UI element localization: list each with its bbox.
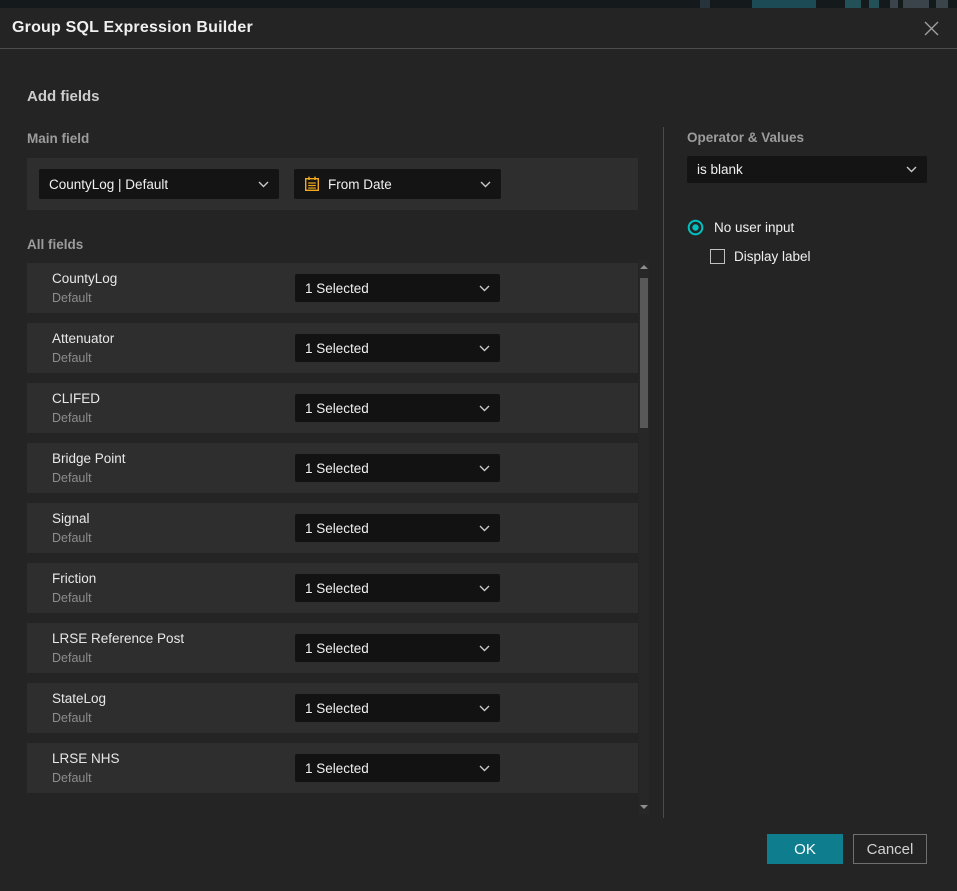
chevron-down-icon [479, 645, 490, 652]
main-layer-select[interactable]: CountyLog | Default [39, 169, 279, 199]
operator-values-heading: Operator & Values [687, 130, 804, 145]
toolbar-fragment [936, 0, 948, 8]
cancel-button[interactable]: Cancel [853, 834, 927, 864]
field-subtitle: Default [52, 711, 92, 725]
calendar-date-icon [304, 176, 320, 192]
field-row: Signal Default 1 Selected [27, 503, 638, 553]
field-row: LRSE Reference Post Default 1 Selected [27, 623, 638, 673]
main-field-select-value: From Date [328, 177, 480, 192]
toolbar-fragment [890, 0, 898, 8]
field-subtitle: Default [52, 411, 92, 425]
no-user-input-radio-row[interactable]: No user input [687, 219, 794, 236]
main-field-select[interactable]: From Date [294, 169, 501, 199]
field-name: LRSE NHS [52, 751, 120, 766]
close-icon [923, 20, 940, 37]
field-subtitle: Default [52, 651, 92, 665]
main-field-label: Main field [27, 131, 89, 146]
field-name: Friction [52, 571, 96, 586]
field-name: LRSE Reference Post [52, 631, 184, 646]
scrollbar-down-arrow[interactable] [640, 802, 648, 812]
panel-divider [663, 127, 664, 818]
field-selection-value: 1 Selected [305, 581, 479, 596]
field-name: Signal [52, 511, 90, 526]
main-field-panel: CountyLog | Default From Date [27, 158, 638, 210]
field-selection-select[interactable]: 1 Selected [295, 574, 500, 602]
field-selection-value: 1 Selected [305, 761, 479, 776]
group-sql-expression-builder-dialog: Group SQL Expression Builder Add fields … [0, 8, 957, 891]
display-label-label: Display label [734, 249, 811, 264]
field-selection-select[interactable]: 1 Selected [295, 334, 500, 362]
all-fields-label: All fields [27, 237, 83, 252]
field-selection-select[interactable]: 1 Selected [295, 394, 500, 422]
no-user-input-label: No user input [714, 220, 794, 235]
field-selection-value: 1 Selected [305, 281, 479, 296]
toolbar-fragment [845, 0, 861, 8]
field-subtitle: Default [52, 591, 92, 605]
all-fields-list: CountyLog Default 1 Selected Attenuator … [27, 263, 638, 803]
field-selection-value: 1 Selected [305, 461, 479, 476]
field-selection-select[interactable]: 1 Selected [295, 634, 500, 662]
field-selection-select[interactable]: 1 Selected [295, 454, 500, 482]
chevron-down-icon [479, 585, 490, 592]
field-selection-value: 1 Selected [305, 701, 479, 716]
chevron-down-icon [258, 181, 269, 188]
operator-select[interactable]: is blank [687, 156, 927, 183]
chevron-down-icon [479, 765, 490, 772]
display-label-checkbox-row[interactable]: Display label [710, 249, 811, 264]
chevron-down-icon [479, 705, 490, 712]
dialog-title: Group SQL Expression Builder [12, 19, 253, 37]
field-selection-value: 1 Selected [305, 521, 479, 536]
scrollbar-thumb[interactable] [640, 278, 648, 428]
field-row: StateLog Default 1 Selected [27, 683, 638, 733]
chevron-down-icon [906, 166, 917, 173]
field-subtitle: Default [52, 471, 92, 485]
main-layer-select-value: CountyLog | Default [49, 177, 258, 192]
display-label-checkbox[interactable] [710, 249, 725, 264]
scrollbar-up-arrow[interactable] [640, 262, 648, 272]
list-scrollbar[interactable] [639, 260, 649, 814]
field-row: LRSE NHS Default 1 Selected [27, 743, 638, 793]
add-fields-heading: Add fields [27, 88, 100, 105]
close-button[interactable] [921, 18, 941, 38]
field-row: Attenuator Default 1 Selected [27, 323, 638, 373]
toolbar-fragment [752, 0, 816, 8]
chevron-down-icon [479, 345, 490, 352]
chevron-down-icon [479, 465, 490, 472]
operator-select-value: is blank [697, 162, 906, 177]
ok-button[interactable]: OK [767, 834, 843, 864]
field-name: Bridge Point [52, 451, 126, 466]
field-subtitle: Default [52, 351, 92, 365]
field-subtitle: Default [52, 291, 92, 305]
radio-selected-icon[interactable] [687, 219, 704, 236]
field-selection-value: 1 Selected [305, 401, 479, 416]
field-selection-value: 1 Selected [305, 341, 479, 356]
field-row: Bridge Point Default 1 Selected [27, 443, 638, 493]
toolbar-fragment [869, 0, 879, 8]
field-selection-select[interactable]: 1 Selected [295, 754, 500, 782]
toolbar-fragment [903, 0, 929, 8]
toolbar-fragment [700, 0, 710, 8]
chevron-down-icon [479, 525, 490, 532]
field-row: Friction Default 1 Selected [27, 563, 638, 613]
chevron-down-icon [479, 285, 490, 292]
field-name: CountyLog [52, 271, 117, 286]
dialog-titlebar: Group SQL Expression Builder [0, 8, 957, 49]
field-selection-value: 1 Selected [305, 641, 479, 656]
field-subtitle: Default [52, 771, 92, 785]
chevron-down-icon [479, 405, 490, 412]
field-selection-select[interactable]: 1 Selected [295, 514, 500, 542]
field-selection-select[interactable]: 1 Selected [295, 694, 500, 722]
field-name: CLIFED [52, 391, 100, 406]
chevron-down-icon [480, 181, 491, 188]
field-name: StateLog [52, 691, 106, 706]
field-row: CLIFED Default 1 Selected [27, 383, 638, 433]
field-selection-select[interactable]: 1 Selected [295, 274, 500, 302]
field-row: CountyLog Default 1 Selected [27, 263, 638, 313]
field-name: Attenuator [52, 331, 114, 346]
field-subtitle: Default [52, 531, 92, 545]
